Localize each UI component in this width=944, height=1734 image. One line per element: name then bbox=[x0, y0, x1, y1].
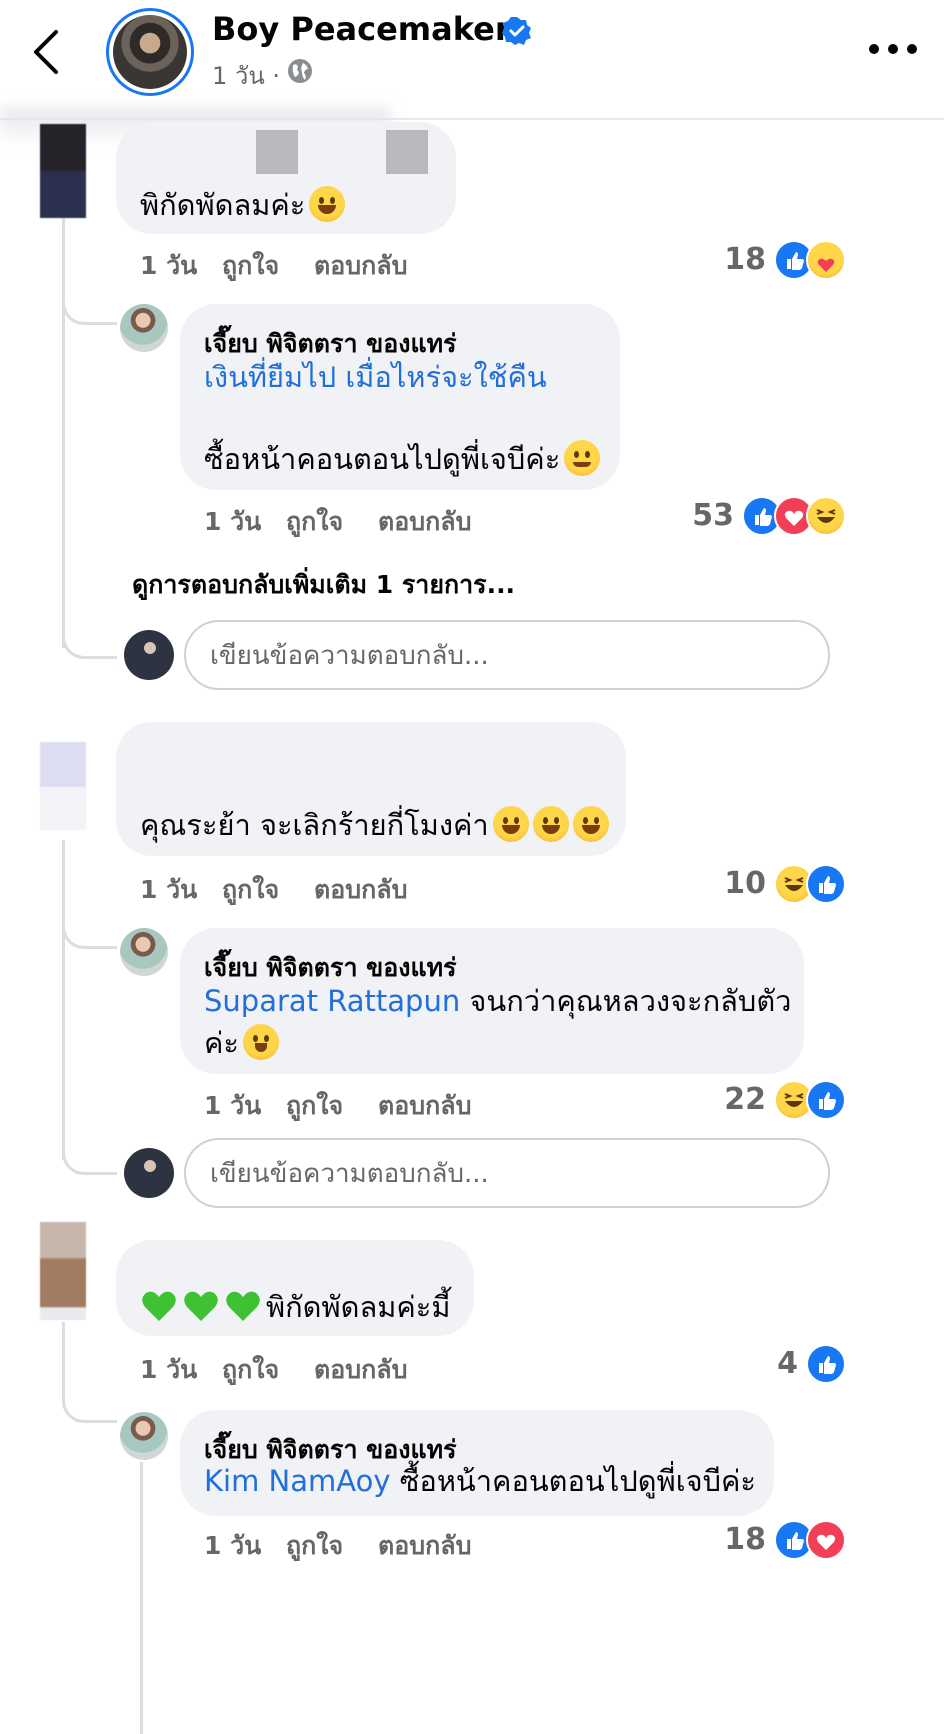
redacted-name bbox=[256, 130, 298, 174]
reply-input-box[interactable] bbox=[184, 620, 830, 690]
globe-icon bbox=[286, 57, 314, 85]
redacted-name bbox=[386, 130, 428, 174]
thread-branch bbox=[62, 1132, 117, 1175]
green-heart-icon bbox=[184, 1291, 218, 1321]
reply-button[interactable]: ตอบกลับ bbox=[314, 870, 407, 910]
reply-input[interactable] bbox=[208, 1152, 772, 1196]
more-dots-icon bbox=[869, 44, 917, 54]
reply-input[interactable] bbox=[208, 634, 772, 678]
reaction-count[interactable]: 53 bbox=[664, 498, 734, 533]
like-button[interactable]: ถูกใจ bbox=[222, 1350, 279, 1390]
care-reaction-icon bbox=[806, 240, 846, 280]
reply-text: Suparat Rattapun จนกว่าคุณหลวงจะกลับตัว bbox=[204, 984, 792, 1018]
reply-text: เงินที่ยืมไป เมื่อไหร่จะใช้คืน bbox=[204, 360, 547, 394]
replier-name[interactable]: เจี๊ยบ พิจิตตรา ของแทร่ bbox=[204, 948, 457, 988]
reaction-count[interactable]: 22 bbox=[696, 1082, 766, 1117]
reply-button[interactable]: ตอบกลับ bbox=[314, 246, 407, 286]
current-user-avatar bbox=[124, 1148, 174, 1198]
verified-badge-icon bbox=[502, 16, 532, 46]
like-button[interactable]: ถูกใจ bbox=[222, 246, 279, 286]
comment-time[interactable]: 1 วัน bbox=[140, 1350, 197, 1390]
hand-over-mouth-emoji-icon bbox=[242, 1024, 279, 1060]
reply-text: ซื้อหน้าคอนตอนไปดูพี่เจบีค่ะ bbox=[204, 440, 601, 477]
commenter-avatar[interactable] bbox=[40, 124, 86, 218]
commenter-avatar[interactable] bbox=[40, 1222, 86, 1320]
reply-input-box[interactable] bbox=[184, 1138, 830, 1208]
chevron-left-icon bbox=[34, 30, 58, 74]
like-reaction-icon bbox=[806, 1344, 846, 1384]
love-reaction-icon bbox=[806, 1520, 846, 1560]
replier-avatar[interactable] bbox=[120, 928, 168, 976]
reaction-count[interactable]: 18 bbox=[696, 1522, 766, 1557]
author-avatar[interactable] bbox=[106, 8, 194, 96]
thread-branch bbox=[62, 282, 117, 325]
green-heart-icon bbox=[142, 1291, 176, 1321]
reply-button[interactable]: ตอบกลับ bbox=[378, 1526, 471, 1566]
replier-avatar[interactable] bbox=[120, 304, 168, 352]
grinning-emoji-icon bbox=[532, 806, 569, 842]
reply-button[interactable]: ตอบกลับ bbox=[378, 1086, 471, 1126]
comment-text: พิกัดพัดลมค่ะ bbox=[140, 186, 346, 223]
reply-time[interactable]: 1 วัน bbox=[204, 502, 261, 542]
replier-avatar[interactable] bbox=[120, 1412, 168, 1460]
like-button[interactable]: ถูกใจ bbox=[286, 1086, 343, 1126]
like-reaction-icon bbox=[806, 1080, 846, 1120]
reply-button[interactable]: ตอบกลับ bbox=[378, 502, 471, 542]
mention-link[interactable]: Suparat Rattapun bbox=[204, 984, 460, 1018]
thread-branch bbox=[62, 906, 117, 949]
grinning-emoji-icon bbox=[572, 806, 609, 842]
reply-button[interactable]: ตอบกลับ bbox=[314, 1350, 407, 1390]
like-button[interactable]: ถูกใจ bbox=[286, 502, 343, 542]
comment-time[interactable]: 1 วัน bbox=[140, 246, 197, 286]
reply-text: Kim NamAoy ซื้อหน้าคอนตอนไปดูพี่เจบีค่ะ bbox=[204, 1464, 756, 1498]
like-reaction-icon bbox=[806, 864, 846, 904]
grinning-emoji-icon bbox=[492, 806, 529, 842]
like-button[interactable]: ถูกใจ bbox=[222, 870, 279, 910]
laughing-emoji-icon bbox=[309, 186, 346, 222]
reply-time[interactable]: 1 วัน bbox=[204, 1526, 261, 1566]
like-button[interactable]: ถูกใจ bbox=[286, 1526, 343, 1566]
back-button[interactable] bbox=[26, 22, 76, 82]
comment-text: พิกัดพัดลมค่ะมี้ bbox=[140, 1288, 450, 1325]
reaction-count[interactable]: 10 bbox=[698, 866, 766, 901]
reaction-count[interactable]: 4 bbox=[740, 1346, 798, 1381]
thread-line bbox=[62, 840, 65, 1160]
smiling-emoji-icon bbox=[564, 440, 601, 476]
more-options-button[interactable] bbox=[866, 36, 920, 62]
view-more-replies-link[interactable]: ดูการตอบกลับเพิ่มเติม 1 รายการ... bbox=[132, 565, 515, 605]
comment-time[interactable]: 1 วัน bbox=[140, 870, 197, 910]
current-user-avatar bbox=[124, 630, 174, 680]
reply-time[interactable]: 1 วัน bbox=[204, 1086, 261, 1126]
reaction-count[interactable]: 18 bbox=[700, 242, 766, 277]
replier-name[interactable]: เจี๊ยบ พิจิตตรา ของแทร่ bbox=[204, 324, 457, 364]
reply-text: ค่ะ bbox=[204, 1024, 279, 1061]
green-heart-icon bbox=[226, 1291, 260, 1321]
haha-reaction-icon bbox=[806, 496, 846, 536]
commenter-avatar[interactable] bbox=[40, 742, 86, 830]
thread-branch bbox=[62, 620, 117, 659]
mention-link[interactable]: Kim NamAoy bbox=[204, 1464, 391, 1498]
thread-line bbox=[140, 1462, 143, 1734]
thread-branch bbox=[62, 1382, 117, 1423]
post-header: Boy Peacemaker 1 วัน · bbox=[0, 0, 944, 120]
comment-text: คุณระย้า จะเลิกร้ายกี่โมงค่า bbox=[140, 806, 609, 843]
author-name[interactable]: Boy Peacemaker bbox=[212, 10, 511, 48]
post-timestamp[interactable]: 1 วัน · bbox=[212, 56, 280, 95]
